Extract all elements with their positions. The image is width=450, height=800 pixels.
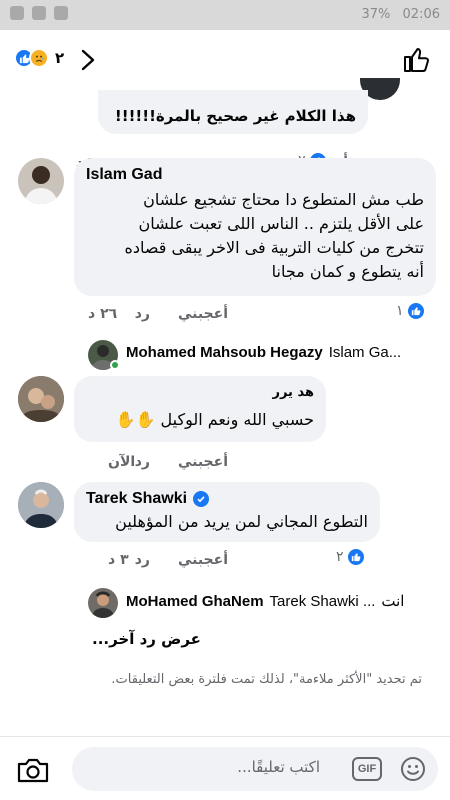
online-indicator	[110, 360, 120, 370]
comment-text: على الأقل يلتزم .. الناس اللى تعبت علشان	[138, 214, 424, 233]
comment-time: ٣ د	[108, 552, 129, 568]
avatar[interactable]	[18, 482, 64, 528]
reaction-count: ١	[396, 303, 404, 319]
battery-level: 37%	[361, 7, 391, 22]
like-icon	[406, 302, 425, 320]
comment-bubble: Tarek Shawki التطوع المجاني لمن يريد من …	[74, 482, 380, 542]
comment-actions: أعجبني رد	[135, 552, 228, 568]
avatar[interactable]	[88, 588, 118, 618]
comment-text: هذا الكلام غير صحيح بالمرة!!!!!!	[114, 107, 356, 125]
comment-text: تتخرج من كليات التربية فى الاخر يبقى قصا…	[124, 238, 424, 257]
status-bar: 37% 02:06	[0, 0, 450, 30]
comment-text: حسبي الله ونعم الوكيل ✋✋	[115, 410, 314, 429]
notification-icon	[32, 6, 46, 20]
comment-time: الآن	[108, 454, 136, 470]
reply-button[interactable]: رد	[135, 306, 150, 322]
status-icons	[10, 6, 68, 20]
comment-text: التطوع المجاني لمن يريد من المؤهلين	[115, 512, 368, 531]
comment-text: طب مش المتطوع دا محتاج تشجيع علشان	[143, 190, 424, 209]
comment-time: ٢٦ د	[88, 306, 118, 322]
view-more-replies-link[interactable]: عرض رد آخر...	[92, 630, 201, 648]
comment-author[interactable]: هد يرر	[86, 384, 314, 402]
clock: 02:06	[402, 7, 440, 22]
reaction-count: ٢	[336, 549, 344, 565]
comment-actions: أعجبني رد	[135, 454, 228, 470]
comment-author[interactable]: Tarek Shawki	[86, 490, 187, 508]
avatar[interactable]	[18, 158, 64, 204]
reply-preview[interactable]: MoHamed GhaNem Tarek Shawki ... انت	[126, 592, 405, 611]
comment-input[interactable]: اكتب تعليقًا... GIF	[72, 747, 438, 791]
like-icon	[346, 548, 365, 566]
comment-text: أنه يتطوع و كمان مجانا	[271, 262, 424, 281]
reply-author: MoHamed GhaNem	[126, 592, 264, 610]
reply-button[interactable]: رد	[135, 454, 150, 470]
reply-button[interactable]: رد	[135, 552, 150, 568]
comment-author[interactable]: Islam Gad	[86, 166, 424, 184]
comment-actions: أعجبني رد	[135, 306, 228, 322]
filter-notice: تم تحديد "الأكثر ملاءمة"، لذلك تمت فلترة…	[111, 672, 422, 687]
notification-icon	[10, 6, 24, 20]
chevron-right-icon[interactable]	[78, 48, 98, 72]
reaction-count: ٢	[55, 49, 65, 67]
reply-author: Mohamed Mahsoub Hegazy	[126, 344, 323, 361]
reactions-summary[interactable]: ٢	[14, 48, 64, 68]
verified-icon	[193, 491, 210, 507]
camera-icon[interactable]	[16, 755, 50, 785]
comment-input-placeholder: اكتب تعليقًا...	[237, 758, 320, 776]
avatar[interactable]	[18, 376, 64, 422]
emoji-icon[interactable]	[400, 756, 426, 782]
like-button[interactable]: أعجبني	[178, 454, 228, 470]
thumbs-up-icon[interactable]	[402, 44, 432, 74]
comment-bubble: Islam Gad طب مش المتطوع دا محتاج تشجيع ع…	[74, 158, 436, 296]
reply-text: Tarek Shawki ...	[269, 592, 376, 610]
notification-icon	[54, 6, 68, 20]
gif-icon[interactable]: GIF	[352, 757, 382, 781]
comment-bubble: هذا الكلام غير صحيح بالمرة!!!!!!	[98, 90, 368, 134]
comments-sheet: ٢ هذا الكلام غير صحيح بالمرة!!!!!! أعجبن…	[0, 30, 450, 800]
comment-bubble: هد يرر حسبي الله ونعم الوكيل ✋✋	[74, 376, 326, 442]
comment-reactions[interactable]: ٢	[336, 548, 365, 566]
sad-icon	[29, 48, 49, 68]
comment-reactions[interactable]: ١	[396, 302, 425, 320]
you-label: انت	[381, 593, 405, 610]
reply-preview[interactable]: Mohamed Mahsoub Hegazy Islam Ga...	[126, 344, 401, 361]
comment-composer: اكتب تعليقًا... GIF	[0, 736, 450, 800]
like-button[interactable]: أعجبني	[178, 306, 228, 322]
reply-text: Islam Ga...	[328, 344, 402, 361]
like-button[interactable]: أعجبني	[178, 552, 228, 568]
